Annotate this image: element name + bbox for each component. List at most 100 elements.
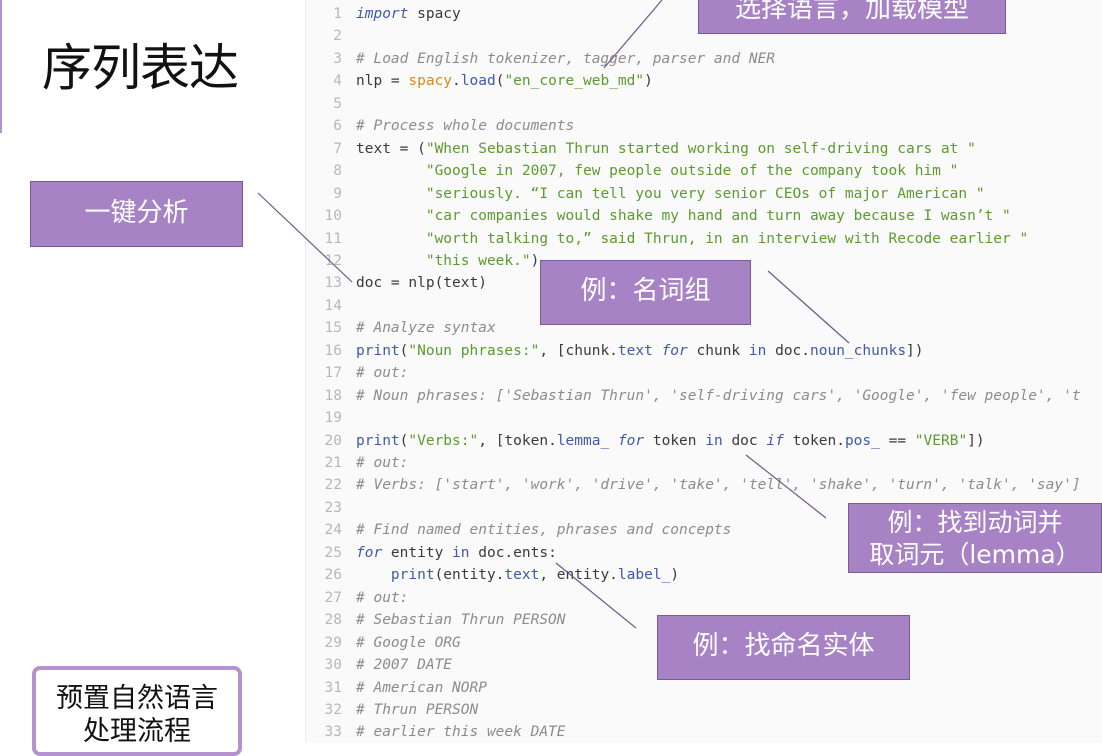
code-line[interactable]: 16 print("Noun phrases:", [chunk.text for… [306,340,1102,363]
code-token: # Sebastian Thrun PERSON [356,612,566,629]
code-token: "this week." [425,252,531,269]
code-token: # 2007 DATE [356,657,453,674]
code-token: # Noun phrases: ['Sebastian Thrun', 'sel… [356,387,1081,404]
code-token: nlp = [356,73,409,90]
line-number: 8 [333,163,342,180]
code-token: chunk [687,342,749,359]
line-text: # out: [356,362,408,385]
code-line[interactable]: 10 "car companies would shake my hand an… [306,205,1102,228]
code-token: token [644,432,706,449]
line-text: # Noun phrases: ['Sebastian Thrun', 'sel… [356,385,1081,408]
code-token: "Google in 2007, few people outside of t… [425,163,959,180]
code-token: print [390,567,435,584]
line-number: 2 [333,28,342,45]
code-token: "en_core_web_md" [504,73,645,90]
code-token: # Load English tokenizer, tagger, parser… [356,50,776,67]
code-token: text = ( [356,140,426,157]
code-line[interactable]: 21 # out: [306,452,1102,475]
code-token: == [879,432,915,449]
line-number: 21 [324,455,342,471]
code-token: noun_chunks [810,342,907,359]
code-line[interactable]: 22 # Verbs: ['start', 'work', 'drive', 't… [306,474,1102,497]
line-number: 3 [333,50,342,67]
code-line[interactable]: 6 # Process whole documents [306,115,1102,138]
line-text: # Verbs: ['start', 'work', 'drive', 'tak… [356,474,1081,497]
line-text: # Google ORG [356,632,461,655]
line-number: 16 [324,342,342,359]
code-token: ]) [967,432,985,449]
code-line[interactable]: 11 "worth talking to,” said Thrun, in an… [306,228,1102,251]
code-token: ) [670,567,680,584]
code-line[interactable]: 8 "Google in 2007, few people outside of… [306,160,1102,183]
callout-one-click-text: 一键分析 [84,198,189,228]
line-text: # earlier this week DATE [356,721,566,744]
line-text: "this week.") [356,250,540,273]
code-token: doc. [766,342,811,359]
line-number: 13 [324,275,342,292]
code-token: . [452,73,461,90]
code-token: "car companies would shake my hand and t… [425,208,1011,225]
line-number: 17 [324,365,342,382]
code-token: "Verbs:" [408,432,479,449]
line-number: 1 [333,6,342,22]
code-token: spacy [408,73,453,90]
code-line[interactable]: 7 text = ("When Sebastian Thrun started w… [306,138,1102,161]
line-text: "car companies would shake my hand and t… [356,205,1011,228]
line-number: 6 [333,118,342,135]
code-token: print [356,342,400,359]
line-text: print("Verbs:", [token.lemma_ for token … [356,430,985,453]
code-token: if [766,432,784,449]
code-token: # out: [356,455,409,471]
code-line[interactable]: 17 # out: [306,362,1102,385]
callout-entities-text: 例：找命名实体 [692,631,875,661]
code-token: for [356,544,383,561]
line-text: # Thrun PERSON [356,699,478,722]
code-token: load [460,73,496,90]
line-text: for entity in doc.ents: [356,542,557,565]
line-number: 10 [324,208,342,225]
line-text: import spacy [356,3,461,26]
line-number: 18 [324,387,342,404]
line-text: # Analyze syntax [356,317,496,340]
code-line[interactable]: 9 "seriously. “I can tell you very senio… [306,183,1102,206]
code-line[interactable]: 3 # Load English tokenizer, tagger, parse… [306,48,1102,71]
code-line[interactable]: 5 [306,93,1102,116]
callout-noun-chunks: 例：名词组 [540,260,751,325]
code-token: in [705,432,723,449]
pipeline-note-line2: 处理流程 [83,716,191,747]
code-token: "When Sebastian Thrun started working on… [425,140,976,157]
code-token: , [token. [478,432,557,449]
code-line[interactable]: 4 nlp = spacy.load("en_core_web_md") [306,70,1102,93]
line-number: 28 [324,612,342,629]
line-text: "Google in 2007, few people outside of t… [356,160,959,183]
code-token: , [chunk. [539,342,618,359]
code-line[interactable]: 19 [306,407,1102,430]
code-line[interactable]: 18 # Noun phrases: ['Sebastian Thrun', 's… [306,385,1102,408]
line-number: 27 [324,589,342,606]
line-text: # Find named entities, phrases and conce… [356,519,731,542]
callout-entities: 例：找命名实体 [657,615,910,680]
callout-select-language: 选择语言，加载模型 [698,0,1006,34]
code-token: pos_ [844,432,880,449]
line-text: print(entity.text, entity.label_) [356,564,679,587]
accent-bar [0,0,2,133]
code-token: # out: [356,365,409,382]
line-number: 12 [324,252,342,269]
code-token: for [661,342,688,359]
code-line[interactable]: 32 # Thrun PERSON [306,699,1102,722]
code-line[interactable]: 20 print("Verbs:", [token.lemma_ for toke… [306,430,1102,453]
code-token: token. [783,432,845,449]
line-text: # Process whole documents [356,115,574,138]
line-number: 29 [324,634,342,651]
code-line[interactable]: 33 # earlier this week DATE [306,721,1102,744]
code-token: lemma_ [556,432,610,449]
callout-verbs: 例：找到动词并 取词元（lemma） [848,503,1102,573]
line-number: 26 [324,567,342,584]
code-line[interactable]: 27 # out: [306,587,1102,610]
line-number: 19 [324,410,342,427]
code-token: "VERB" [914,432,968,449]
